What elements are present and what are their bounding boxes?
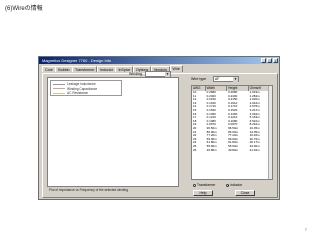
- legend-line-swatch: [53, 88, 65, 89]
- radio-inductor-label: Inductor: [230, 183, 243, 187]
- close-window-button[interactable]: ×: [273, 58, 278, 63]
- help-button[interactable]: Help: [193, 190, 213, 196]
- window-titlebar: Magnetics Designer 7760 - Design Info _ …: [39, 57, 279, 64]
- app-window: Magnetics Designer 7760 - Design Info _ …: [38, 56, 280, 200]
- winding-select[interactable]: ▼: [145, 71, 171, 77]
- wire-type-select[interactable]: AF ▼: [213, 76, 239, 82]
- table-scrollbar[interactable]: [268, 86, 272, 179]
- wire-table[interactable]: AWG Width Height Ohms/ft 10 0.2680 0.2680 1…: [191, 85, 273, 180]
- table-cell: 26: [193, 148, 197, 152]
- radio-transformer[interactable]: Transformer: [193, 183, 215, 187]
- chevron-down-icon[interactable]: ▼: [233, 77, 238, 82]
- wire-type-value: AF: [215, 77, 220, 81]
- table-row[interactable]: 26 49.80m 49.80m 41.62m: [192, 149, 272, 153]
- radio-inductor[interactable]: Inductor: [226, 183, 242, 187]
- table-cell: 49.80m: [206, 148, 217, 152]
- tab-core[interactable]: Core: [42, 66, 56, 72]
- radio-inductor-circle[interactable]: [226, 183, 229, 187]
- legend-line-swatch: [53, 83, 65, 85]
- table-body: 10 0.2680 0.2680 1.019m 11 0.2400 0.2400 1.284m…: [192, 91, 272, 152]
- radio-transformer-label: Transformer: [197, 183, 216, 187]
- maximize-button[interactable]: □: [267, 58, 272, 63]
- minimize-button[interactable]: _: [261, 58, 266, 63]
- legend-item: AC Resistance: [53, 91, 88, 95]
- legend-line-swatch: [53, 92, 65, 94]
- wire-type-label: Wire type: [191, 77, 207, 81]
- close-button[interactable]: Close: [235, 190, 255, 196]
- window-title: Magnetics Designer 7760 - Design Info: [42, 58, 112, 63]
- plot-caption: Plot of Impedance vs Frequency of the se…: [49, 188, 129, 192]
- legend-label: Leakage Inductance: [67, 82, 96, 86]
- tab-inductor[interactable]: Inductor: [96, 66, 116, 72]
- tab-bobbin[interactable]: Bobbin: [55, 66, 73, 72]
- winding-label: Winding: [129, 72, 142, 76]
- legend-item: Leakage Inductance: [53, 82, 96, 86]
- radio-transformer-circle[interactable]: [193, 183, 196, 187]
- legend-item: Winding Capacitance: [53, 87, 97, 91]
- chevron-down-icon[interactable]: ▼: [165, 72, 170, 77]
- table-cell: 49.80m: [228, 148, 239, 152]
- tab-wire[interactable]: Wire: [169, 65, 183, 72]
- page-number: 7: [304, 227, 307, 232]
- legend-label: Winding Capacitance: [67, 86, 98, 91]
- legend-label: AC Resistance: [67, 91, 89, 95]
- impedance-plot: Leakage Inductance Winding Capacitance A…: [47, 77, 179, 187]
- wire-panel: Leakage Inductance Winding Capacitance A…: [42, 71, 278, 198]
- tab-transformer[interactable]: Transformer: [72, 66, 98, 72]
- plot-legend: Leakage Inductance Winding Capacitance A…: [50, 80, 122, 96]
- slide-title: (6)Wireの情報: [5, 6, 43, 12]
